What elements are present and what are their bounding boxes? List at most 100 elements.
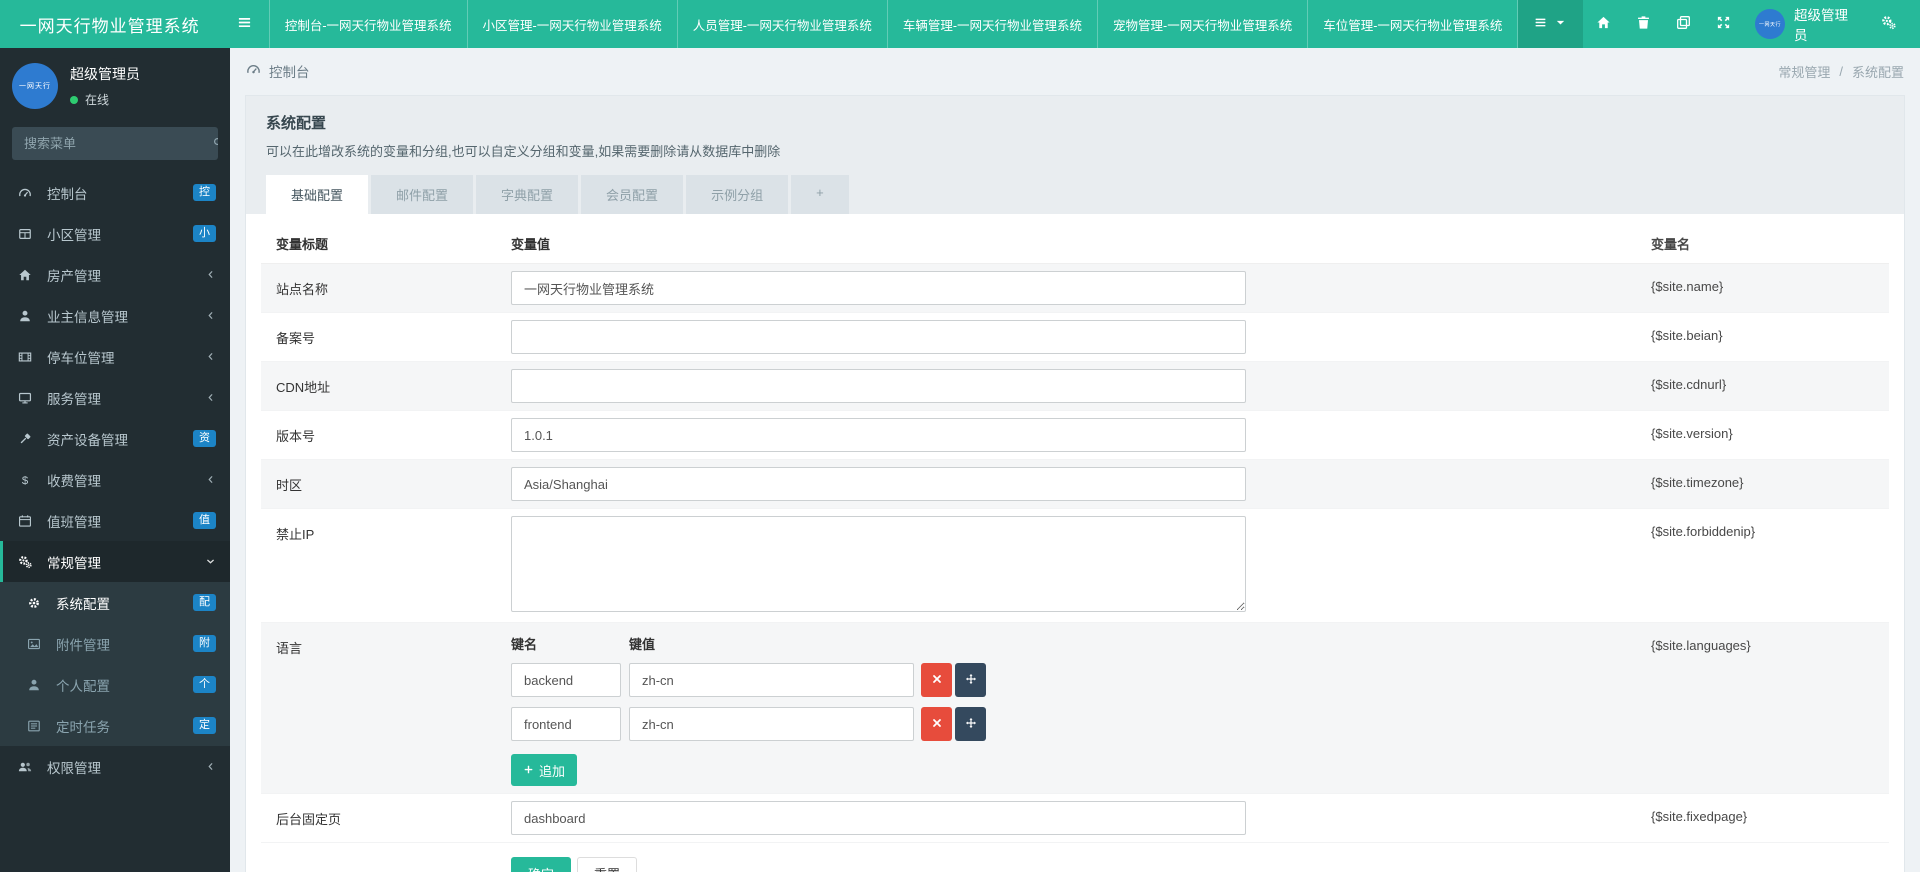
sidebar-item-label: 收费管理 — [47, 470, 205, 490]
topbar-tab[interactable]: 小区管理-一网天行物业管理系统 — [467, 0, 677, 48]
topbar-tab[interactable]: 车辆管理-一网天行物业管理系统 — [887, 0, 1097, 48]
tabs-dropdown-button[interactable] — [1518, 0, 1583, 48]
fullscreen-button[interactable] — [1703, 0, 1743, 48]
row-varname: {$site.cdnurl} — [1651, 369, 1889, 392]
chevron-left-icon — [205, 392, 216, 403]
config-row-fixedpage: 后台固定页 {$site.fixedpage} — [261, 794, 1889, 843]
remove-icon — [931, 673, 943, 688]
reset-button[interactable]: 重置 — [577, 857, 637, 872]
sidebar-item-service[interactable]: 服务管理 — [0, 377, 230, 418]
add-tab-button[interactable]: + — [791, 175, 849, 214]
breadcrumb-home[interactable]: 控制台 — [269, 61, 310, 81]
panel-body: 变量标题变量值变量名站点名称{$site.name}备案号{$site.beia… — [246, 214, 1904, 872]
avatar: 一网天行 — [1755, 9, 1785, 39]
gear-icon — [12, 596, 56, 610]
version-input[interactable] — [511, 418, 1246, 452]
kv-pair-row — [511, 707, 1651, 741]
user-icon — [3, 309, 47, 323]
sidebar-item-duty[interactable]: 值班管理值 — [0, 500, 230, 541]
config-tab[interactable]: 基础配置 — [266, 175, 368, 214]
fixedpage-input[interactable] — [511, 801, 1246, 835]
chevron-left-icon — [205, 761, 216, 772]
tachometer-icon — [3, 186, 47, 200]
topbar-tab[interactable]: 车位管理-一网天行物业管理系统 — [1307, 0, 1518, 48]
submit-button[interactable]: 确定 — [511, 857, 571, 872]
row-value-cell — [511, 801, 1651, 835]
kv-value-input[interactable] — [629, 707, 914, 741]
row-value-cell — [511, 467, 1651, 501]
home-icon — [1596, 15, 1611, 33]
kv-headers: 键名键值 — [511, 634, 1651, 653]
sidebar-item-asset[interactable]: 资产设备管理资 — [0, 418, 230, 459]
sidebar-item-fee[interactable]: $收费管理 — [0, 459, 230, 500]
remove-pair-button[interactable] — [921, 663, 952, 697]
user-menu[interactable]: 一网天行 超级管理员 — [1743, 4, 1868, 44]
sidebar-item-dashboard[interactable]: 控制台控 — [0, 172, 230, 213]
sidebar-item-parking-space[interactable]: 停车位管理 — [0, 336, 230, 377]
row-label: CDN地址 — [261, 369, 511, 396]
append-button[interactable]: 追加 — [511, 754, 577, 786]
sidebar-item-auth[interactable]: 权限管理 — [0, 746, 230, 787]
clear-cache-button[interactable] — [1663, 0, 1703, 48]
image-icon — [12, 637, 56, 651]
topbar-tab[interactable]: 宠物管理-一网天行物业管理系统 — [1097, 0, 1307, 48]
settings-button[interactable] — [1868, 0, 1908, 48]
sidebar-item-label: 停车位管理 — [47, 347, 205, 367]
cogs-icon — [1881, 15, 1896, 33]
sidebar-item-profile[interactable]: 个人配置个 — [0, 664, 230, 705]
table-icon — [3, 227, 47, 241]
config-tab[interactable]: 会员配置 — [581, 175, 683, 214]
cdnurl-input[interactable] — [511, 369, 1246, 403]
config-panel: 系统配置 可以在此增改系统的变量和分组,也可以自定义分组和变量,如果需要删除请从… — [245, 95, 1905, 872]
panel-header: 系统配置 可以在此增改系统的变量和分组,也可以自定义分组和变量,如果需要删除请从… — [246, 96, 1904, 214]
config-tab[interactable]: 示例分组 — [686, 175, 788, 214]
search-input[interactable] — [12, 127, 212, 160]
user-name: 超级管理员 — [1794, 4, 1856, 44]
sidebar-item-owner[interactable]: 业主信息管理 — [0, 295, 230, 336]
sidebar-item-system-config[interactable]: 系统配置配 — [0, 582, 230, 623]
sidebar-toggle-button[interactable] — [219, 0, 269, 48]
config-row-forbiddenip: 禁止IP{$site.forbiddenip} — [261, 509, 1889, 623]
gavel-icon — [3, 432, 47, 446]
row-label: 时区 — [261, 467, 511, 494]
remove-pair-button[interactable] — [921, 707, 952, 741]
sidebar-item-label: 常规管理 — [47, 552, 205, 572]
topbar-tab[interactable]: 控制台-一网天行物业管理系统 — [269, 0, 467, 48]
config-tab[interactable]: 字典配置 — [476, 175, 578, 214]
config-tab[interactable]: 邮件配置 — [371, 175, 473, 214]
sidebar-item-label: 业主信息管理 — [47, 306, 205, 326]
config-row-site-name: 站点名称{$site.name} — [261, 264, 1889, 313]
search-button[interactable] — [212, 127, 218, 160]
breadcrumb-parent[interactable]: 常规管理 — [1778, 62, 1830, 81]
dashboard-icon — [246, 62, 261, 80]
kv-key-input[interactable] — [511, 707, 621, 741]
sidebar-item-house[interactable]: 房产管理 — [0, 254, 230, 295]
sidebar-item-badge: 小 — [193, 225, 216, 243]
home-button[interactable] — [1583, 0, 1623, 48]
beian-input[interactable] — [511, 320, 1246, 354]
plus-icon — [523, 763, 534, 778]
row-varname: {$site.fixedpage} — [1651, 801, 1889, 824]
sidebar-item-general[interactable]: 常规管理 — [0, 541, 230, 582]
forbiddenip-textarea[interactable] — [511, 516, 1246, 612]
topbar-tab[interactable]: 人员管理-一网天行物业管理系统 — [677, 0, 887, 48]
timezone-input[interactable] — [511, 467, 1246, 501]
row-label: 后台固定页 — [261, 801, 511, 828]
trash-icon — [1636, 15, 1651, 33]
sidebar-item-community[interactable]: 小区管理小 — [0, 213, 230, 254]
kv-pair-row — [511, 663, 1651, 697]
move-pair-button[interactable] — [955, 707, 986, 741]
move-pair-button[interactable] — [955, 663, 986, 697]
sidebar-item-crontab[interactable]: 定时任务定 — [0, 705, 230, 746]
copy-icon — [1676, 15, 1691, 33]
kv-key-input[interactable] — [511, 663, 621, 697]
sidebar-item-badge: 定 — [193, 717, 216, 735]
sidebar-item-attachment[interactable]: 附件管理附 — [0, 623, 230, 664]
sidebar-item-badge: 个 — [193, 676, 216, 694]
clear-trash-button[interactable] — [1623, 0, 1663, 48]
site-name-input[interactable] — [511, 271, 1246, 305]
kv-value-input[interactable] — [629, 663, 914, 697]
config-row-cdnurl: CDN地址 {$site.cdnurl} — [261, 362, 1889, 411]
app-logo[interactable]: 一网天行物业管理系统 — [0, 0, 219, 48]
caret-down-icon — [1554, 16, 1567, 32]
